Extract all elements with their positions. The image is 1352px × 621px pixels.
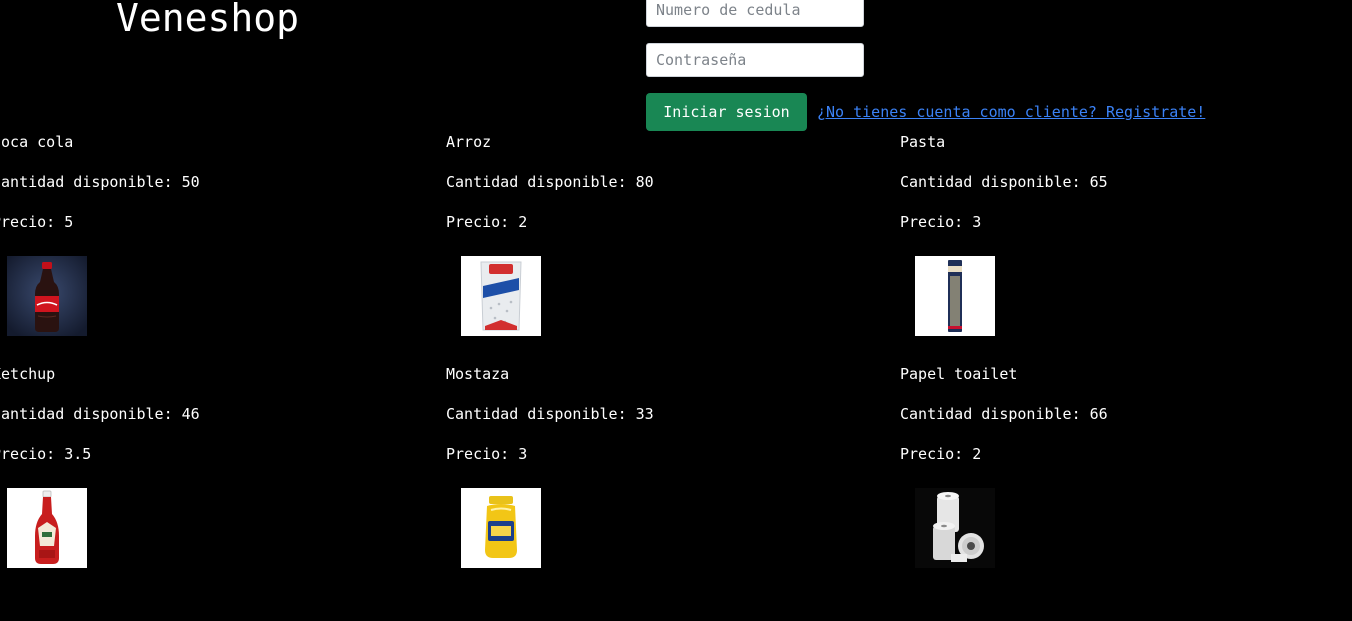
product-card: Arroz Cantidad disponible: 80 Precio: 2: [446, 132, 866, 364]
product-card: Pasta Cantidad disponible: 65 Precio: 3: [900, 132, 1320, 364]
register-link[interactable]: ¿No tienes cuenta como cliente? Registra…: [817, 101, 1205, 123]
product-name: Ketchup: [0, 365, 56, 383]
product-stock: Cantidad disponible: 66: [900, 405, 1108, 423]
product-name: Mostaza: [446, 365, 510, 383]
cedula-input[interactable]: [646, 0, 864, 27]
product-name: Pasta: [900, 133, 946, 151]
page: Veneshop Iniciar sesion ¿No tienes cuent…: [0, 0, 1352, 621]
rice-bag-image: [461, 256, 541, 336]
product-price: Precio: 2: [900, 445, 982, 463]
coca-cola-bottle-image: [7, 256, 87, 336]
product-stock: Cantidad disponible: 65: [900, 173, 1108, 191]
product-card: Coca cola Cantidad disponible: 50 Precio…: [0, 132, 412, 364]
product-price: Precio: 3.5: [0, 445, 92, 463]
product-stock: Cantidad disponible: 33: [446, 405, 654, 423]
product-card: Mostaza Cantidad disponible: 33 Precio: …: [446, 364, 866, 596]
product-stock: Cantidad disponible: 46: [0, 405, 200, 423]
product-name: Papel toailet: [900, 365, 1018, 383]
product-price: Precio: 5: [0, 213, 74, 231]
pasta-package-image: [915, 256, 995, 336]
product-price: Precio: 3: [446, 445, 528, 463]
login-button[interactable]: Iniciar sesion: [646, 93, 807, 131]
product-card: Papel toailet Cantidad disponible: 66 Pr…: [900, 364, 1320, 596]
toilet-paper-image: [915, 488, 995, 568]
product-card: Ketchup Cantidad disponible: 46 Precio: …: [0, 364, 412, 596]
product-stock: Cantidad disponible: 50: [0, 173, 200, 191]
ketchup-bottle-image: [7, 488, 87, 568]
brand-title: Veneshop: [116, 0, 300, 40]
password-input[interactable]: [646, 43, 864, 77]
product-price: Precio: 3: [900, 213, 982, 231]
product-name: Coca cola: [0, 133, 74, 151]
product-stock: Cantidad disponible: 80: [446, 173, 654, 191]
product-price: Precio: 2: [446, 213, 528, 231]
mustard-jar-image: [461, 488, 541, 568]
product-name: Arroz: [446, 133, 492, 151]
